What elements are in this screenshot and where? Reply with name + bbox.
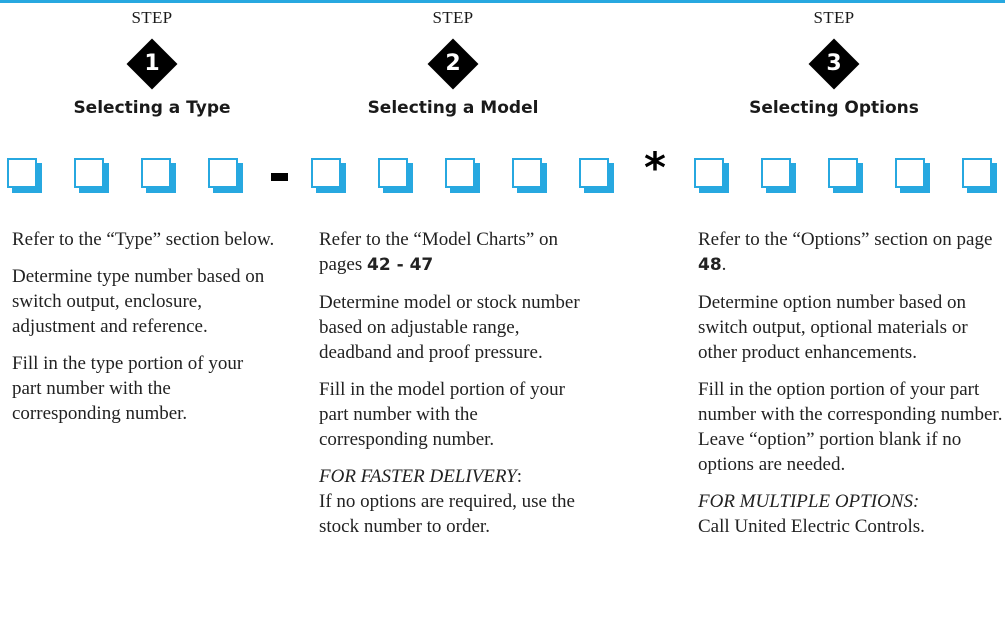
step-3-title: Selecting Options	[749, 98, 919, 118]
options-instructions: Refer to the “Options” section on page 4…	[698, 227, 1003, 539]
model-digit-box	[579, 158, 609, 188]
step-1-label: STEP	[131, 8, 173, 27]
step-2-title: Selecting a Model	[367, 98, 539, 118]
type-instruction-3: Fill in the type portion of your part nu…	[12, 353, 244, 424]
type-digit-box	[208, 158, 238, 188]
options-instruction-1: Refer to the “Options” section on page 4…	[698, 227, 1003, 278]
options-instruction-3: Fill in the option portion of your part …	[698, 379, 1003, 425]
step-1-diamond-icon: 1	[126, 38, 178, 90]
step-3-number: 3	[826, 51, 842, 76]
model-note-text: If no options are required, use the stoc…	[319, 491, 575, 537]
type-digit-box	[74, 158, 104, 188]
type-digit-box	[7, 158, 37, 188]
options-instruction-1-text: Refer to the “Options” section on page	[698, 229, 993, 250]
step-2-label: STEP	[432, 8, 474, 27]
options-instruction-1-end: .	[721, 254, 727, 275]
model-instruction-1: Refer to the “Model Charts” on pages 42 …	[319, 227, 589, 278]
model-pages: 42 - 47	[367, 255, 434, 275]
options-instruction-2: Determine option number based on switch …	[698, 292, 968, 363]
option-digit-box	[761, 158, 791, 188]
step-1-header: STEP 1 Selecting a Type	[2, 8, 302, 118]
options-note: FOR MULTIPLE OPTIONS: Call United Electri…	[698, 489, 1003, 539]
options-page: 48	[698, 255, 722, 275]
step-3-label: STEP	[813, 8, 855, 27]
option-digit-box	[828, 158, 858, 188]
step-3-header: STEP 3 Selecting Options	[684, 8, 984, 118]
asterisk-separator: *	[644, 143, 666, 192]
type-digit-box	[141, 158, 171, 188]
model-instructions: Refer to the “Model Charts” on pages 42 …	[319, 227, 589, 539]
model-instruction-3: Fill in the model portion of your part n…	[319, 379, 565, 450]
option-digit-box	[962, 158, 992, 188]
step-2-header: STEP 2 Selecting a Model	[303, 8, 603, 118]
options-note-label: FOR MULTIPLE OPTIONS:	[698, 491, 920, 512]
type-instruction-2: Determine type number based on switch ou…	[12, 266, 265, 337]
step-2-number: 2	[445, 51, 461, 76]
option-digit-box	[895, 158, 925, 188]
type-instructions: Refer to the “Type” section below. Deter…	[12, 227, 277, 438]
options-instruction-3b: Leave “option” portion blank if no optio…	[698, 429, 962, 475]
model-digit-box	[512, 158, 542, 188]
step-1-number: 1	[144, 51, 160, 76]
options-note-text: Call United Electric Controls.	[698, 516, 925, 537]
type-instruction-1: Refer to the “Type” section below.	[12, 229, 275, 250]
model-note-colon: :	[516, 466, 523, 487]
top-rule	[0, 0, 1005, 3]
option-digit-box	[694, 158, 724, 188]
dash-separator	[271, 173, 288, 181]
model-digit-box	[378, 158, 408, 188]
model-digit-box	[445, 158, 475, 188]
model-digit-box	[311, 158, 341, 188]
step-2-diamond-icon: 2	[427, 38, 479, 90]
step-1-title: Selecting a Type	[73, 98, 231, 118]
model-note: FOR FASTER DELIVERY: If no options are re…	[319, 464, 589, 539]
model-instruction-1-text: Refer to the “Model Charts” on pages	[319, 229, 559, 275]
step-3-diamond-icon: 3	[808, 38, 860, 90]
model-instruction-2: Determine model or stock number based on…	[319, 292, 580, 363]
model-note-label: FOR FASTER DELIVERY	[319, 466, 517, 487]
